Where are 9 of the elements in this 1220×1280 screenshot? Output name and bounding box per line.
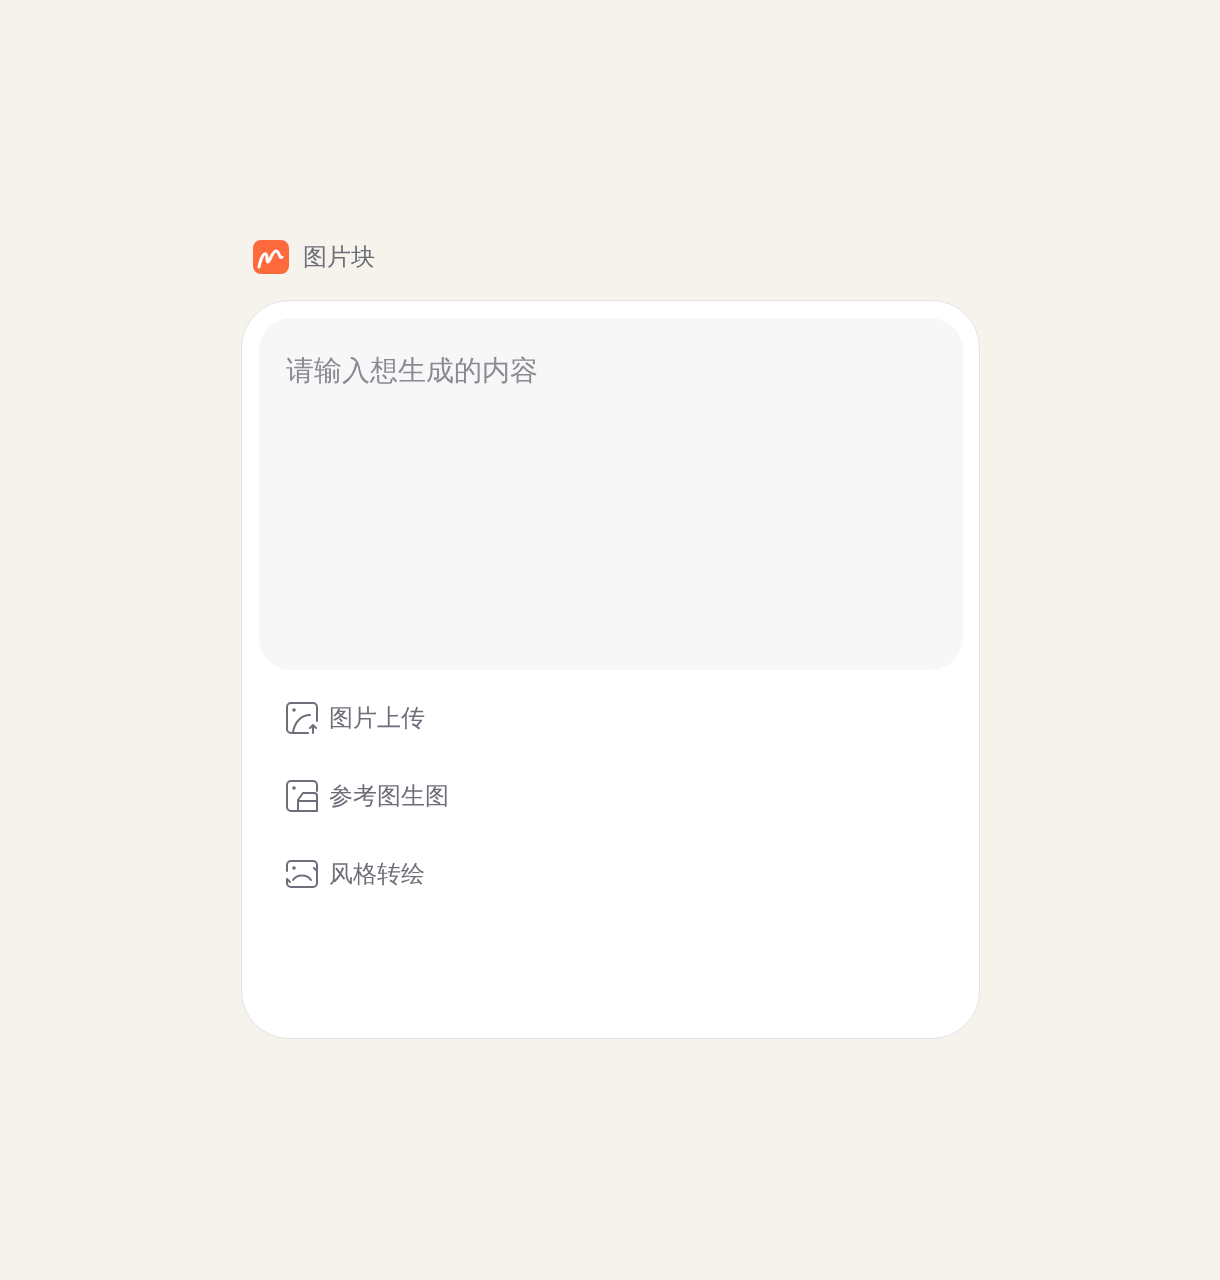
option-label[interactable]: 风格转绘 (329, 858, 425, 890)
style-transfer-icon (286, 860, 318, 888)
reference-image-icon (286, 780, 318, 812)
prompt-input-field[interactable]: 请输入想生成的内容 (259, 318, 963, 670)
image-upload-icon (286, 702, 318, 734)
app-logo-icon (253, 240, 289, 274)
block-title: 图片块 (303, 242, 375, 273)
option-label[interactable]: 图片上传 (329, 702, 425, 734)
option-label[interactable]: 参考图生图 (329, 780, 449, 812)
